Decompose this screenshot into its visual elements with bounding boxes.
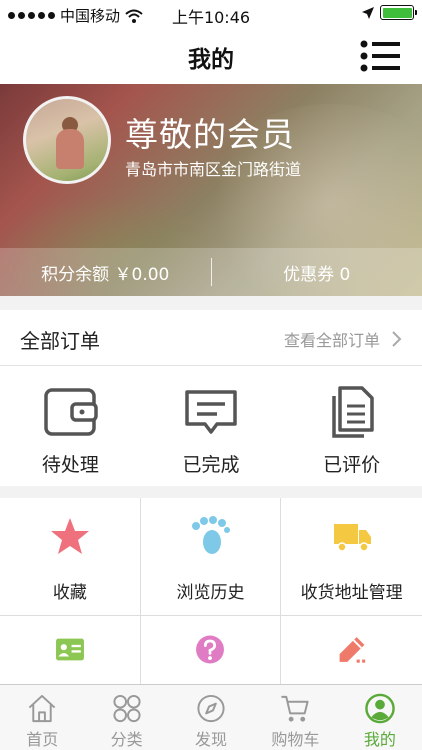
order-status-pending[interactable]: 待处理	[0, 366, 141, 486]
orders-title: 全部订单	[20, 329, 100, 353]
message-icon	[185, 390, 237, 434]
list-menu-icon[interactable]	[360, 40, 402, 72]
order-status-label: 已完成	[182, 454, 240, 476]
compass-icon	[197, 694, 225, 723]
tab-bar: 首页 分类 发现 购物车 我的	[0, 684, 422, 750]
status-time: 上午10:46	[171, 8, 251, 27]
tab-label: 分类	[110, 730, 143, 749]
coupons-count[interactable]: 优惠券 0	[212, 260, 422, 285]
grid-item-favorites[interactable]: 收藏	[0, 498, 141, 616]
user-icon	[365, 693, 395, 724]
tab-label: 首页	[26, 730, 59, 749]
battery-fill	[382, 7, 412, 18]
footprint-icon	[192, 516, 231, 554]
battery-icon	[380, 5, 417, 20]
wallet-icon	[44, 388, 99, 436]
grid-item-history[interactable]: 浏览历史	[140, 498, 282, 616]
star-icon	[50, 518, 89, 554]
category-icon	[113, 694, 141, 723]
tab-cart[interactable]: 购物车	[253, 685, 337, 750]
grid-item-label: 收货地址管理	[300, 583, 403, 603]
tab-mine[interactable]: 我的	[338, 685, 422, 750]
view-all-orders-label: 查看全部订单	[283, 331, 380, 350]
grid-item-label: 浏览历史	[176, 583, 245, 603]
page-title: 我的	[188, 47, 234, 73]
feature-grid: 收藏 浏览历史 收货地址管理	[0, 498, 422, 688]
account-stats: 积分余额 ￥0.00 优惠券 0	[0, 248, 422, 296]
order-status-completed[interactable]: 已完成	[141, 366, 282, 486]
truck-icon	[333, 524, 371, 552]
avatar[interactable]	[23, 96, 111, 184]
grid-item-help[interactable]	[140, 616, 282, 688]
location-arrow-icon	[362, 6, 374, 19]
tab-label: 我的	[363, 730, 396, 749]
profile-banner: 尊敬的会员 青岛市市南区金门路街道 积分余额 ￥0.00 优惠券 0	[0, 84, 422, 296]
id-card-icon	[55, 638, 84, 661]
grid-item-address[interactable]: 收货地址管理	[281, 498, 422, 616]
orders-header[interactable]: 全部订单 查看全部订单	[0, 310, 422, 366]
grid-item-id-card[interactable]	[0, 616, 141, 688]
home-icon	[28, 694, 56, 723]
member-name: 尊敬的会员	[125, 115, 295, 154]
question-icon	[196, 635, 225, 664]
points-balance[interactable]: 积分余额 ￥0.00	[0, 260, 211, 285]
chevron-right-icon	[392, 331, 402, 347]
cart-icon	[281, 695, 309, 722]
order-status-row: 待处理 已完成 已评价	[0, 366, 422, 486]
tab-home[interactable]: 首页	[0, 685, 84, 750]
status-right	[362, 5, 417, 20]
tab-category[interactable]: 分类	[84, 685, 168, 750]
grid-item-edit[interactable]	[281, 616, 422, 688]
order-status-label: 已评价	[323, 454, 381, 476]
tab-label: 购物车	[271, 730, 320, 749]
tab-label: 发现	[195, 730, 228, 749]
grid-item-label: 收藏	[52, 583, 87, 603]
nav-bar: 我的	[0, 28, 422, 84]
documents-icon	[331, 386, 374, 438]
tab-discover[interactable]: 发现	[169, 685, 253, 750]
status-bar: 中国移动 上午10:46	[0, 0, 422, 28]
member-address: 青岛市市南区金门路街道	[125, 160, 302, 179]
view-all-orders-link[interactable]: 查看全部订单	[284, 327, 402, 351]
pencil-icon	[339, 637, 365, 663]
order-status-reviewed[interactable]: 已评价	[281, 366, 422, 486]
order-status-label: 待处理	[41, 454, 99, 476]
avatar-figure	[56, 129, 84, 169]
